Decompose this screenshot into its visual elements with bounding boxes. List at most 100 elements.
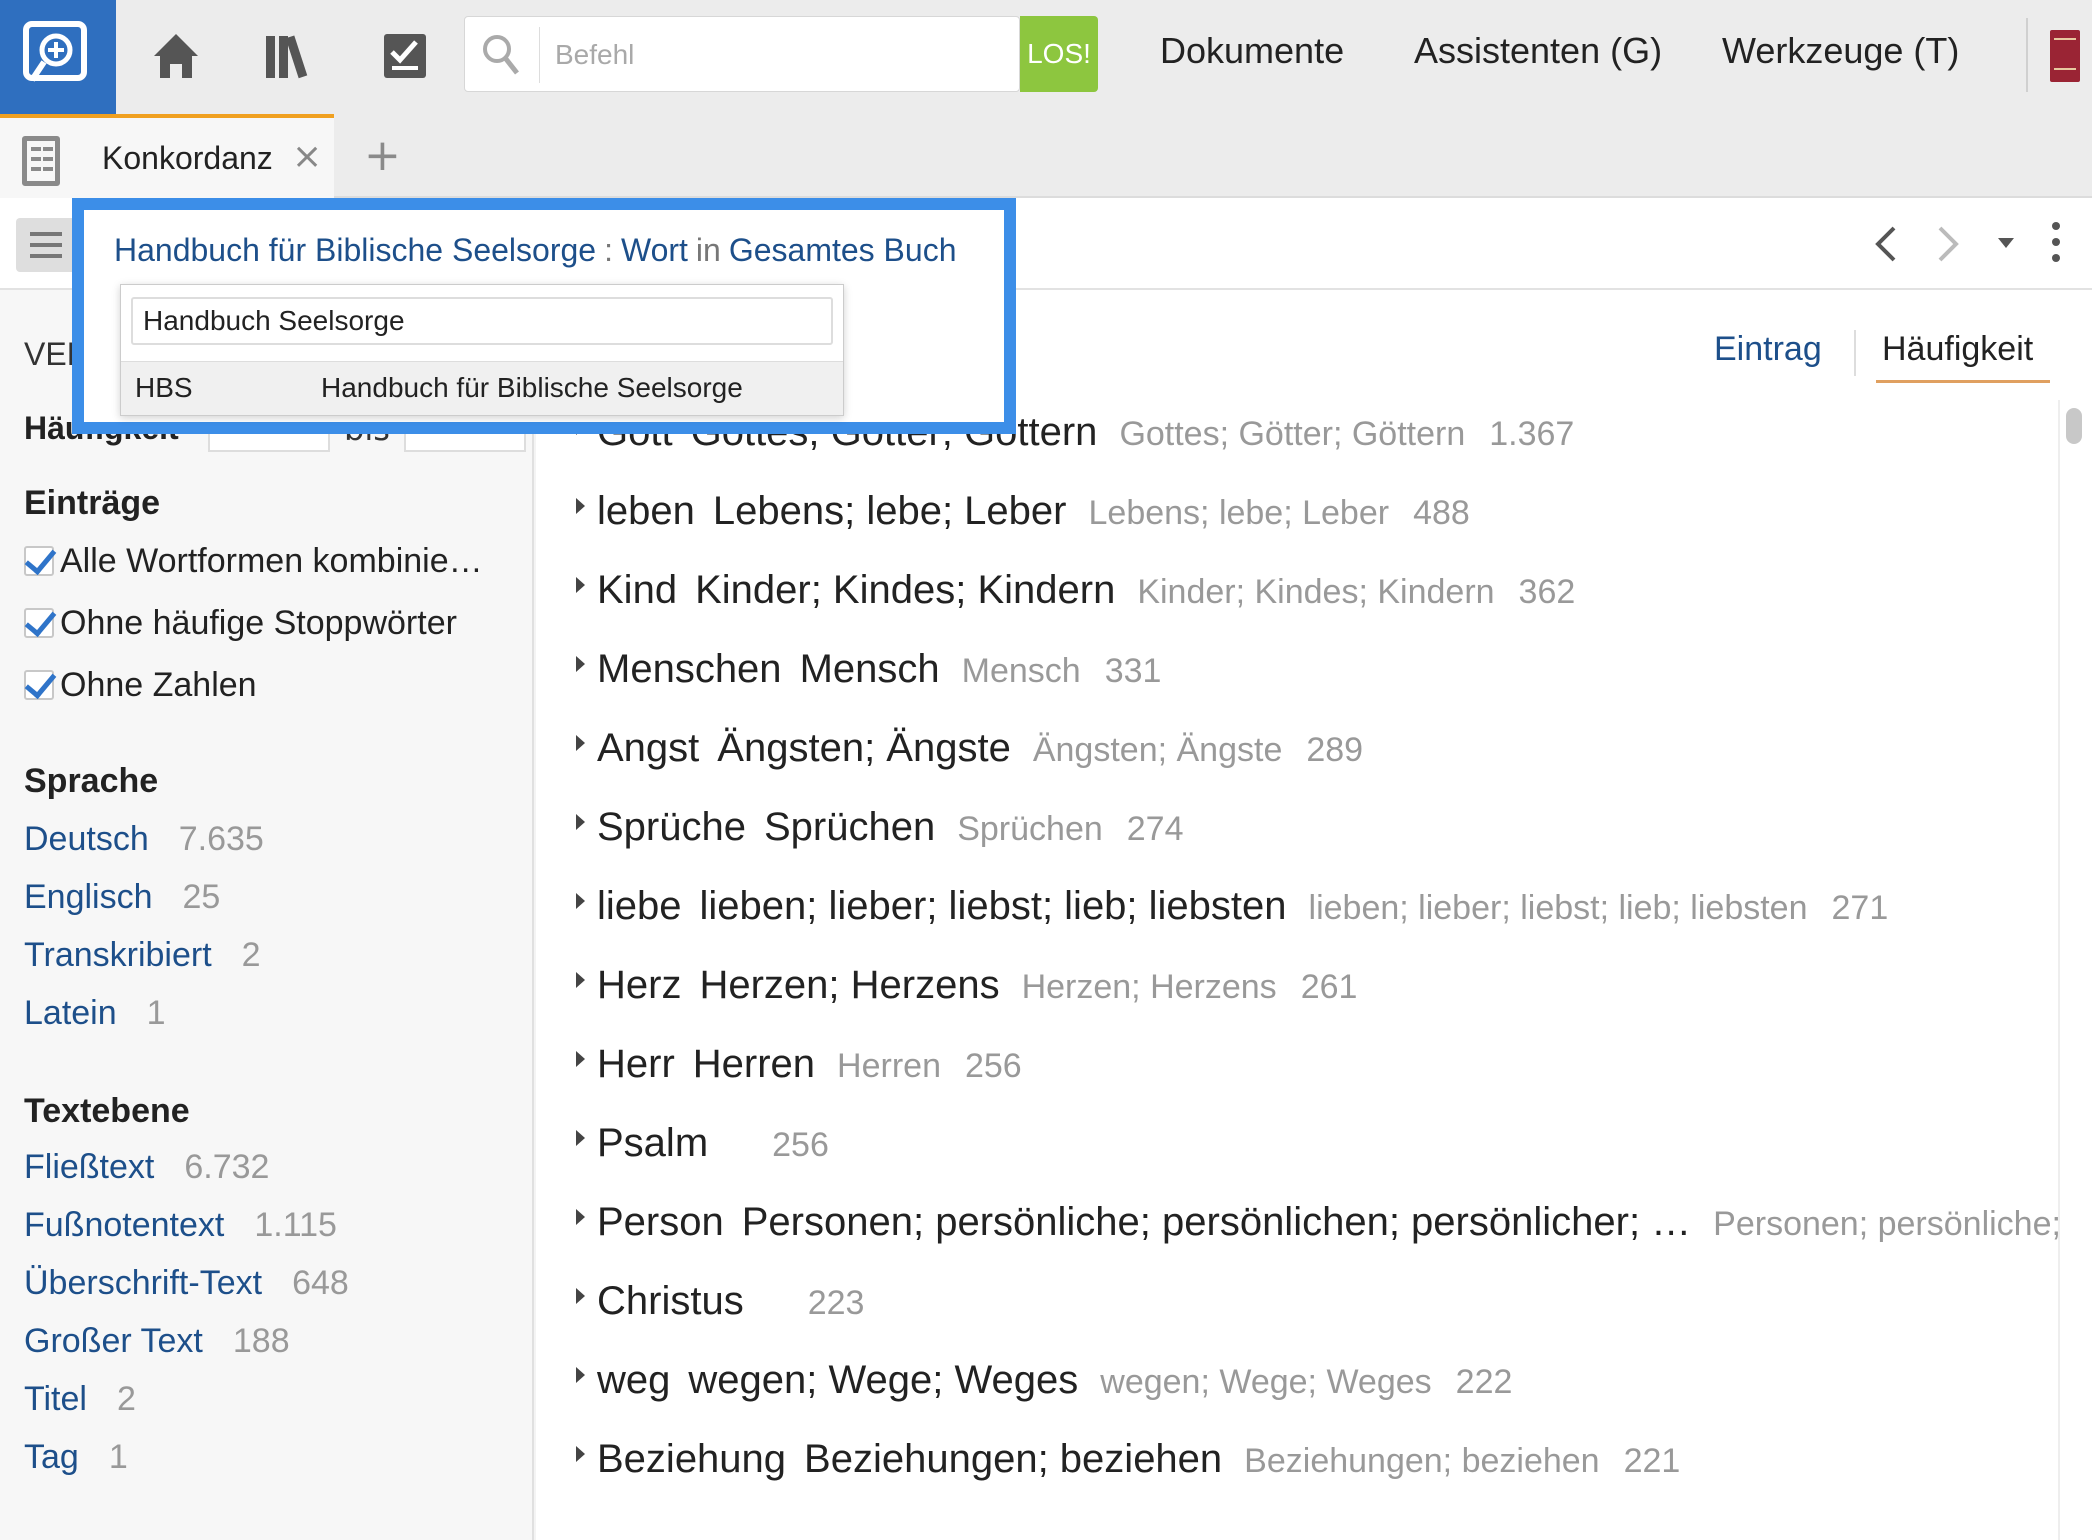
word-forms-grey: Mensch xyxy=(961,652,1081,690)
back-icon[interactable] xyxy=(1872,224,1900,264)
textlevel-title: Textebene xyxy=(24,1092,190,1130)
entries-title: Einträge xyxy=(24,484,161,522)
headword: Person xyxy=(597,1200,724,1244)
headword: weg xyxy=(597,1358,671,1402)
book-icon[interactable] xyxy=(2050,30,2080,82)
facet-textlevel[interactable]: Titel 2 xyxy=(24,1380,136,1419)
word-row[interactable]: Menschen Mensch Mensch 331 xyxy=(576,647,1161,692)
checkbox-icon[interactable] xyxy=(24,670,54,700)
occurrence-count: 261 xyxy=(1300,968,1358,1006)
logo-search-icon[interactable] xyxy=(0,0,116,114)
checkbox-combine-forms[interactable]: Alle Wortformen kombinie… xyxy=(24,542,483,581)
occurrence-count: 256 xyxy=(964,1047,1022,1085)
word-forms: Ängsten; Ängste xyxy=(717,726,1011,770)
word-row[interactable]: Herr Herren Herren 256 xyxy=(576,1042,1022,1087)
word-row[interactable]: Angst Ängsten; Ängste Ängsten; Ängste 289 xyxy=(576,726,1363,771)
word-forms: Herzen; Herzens xyxy=(699,963,1000,1007)
menu-tools[interactable]: Werkzeuge (T) xyxy=(1722,30,1959,72)
occurrence-count: 362 xyxy=(1518,573,1576,611)
facet-textlevel[interactable]: Großer Text 188 xyxy=(24,1322,290,1361)
word-row[interactable]: leben Lebens; lebe; Leber Lebens; lebe; Le… xyxy=(576,489,1470,534)
scrollbar-thumb[interactable] xyxy=(2066,408,2082,444)
word-row[interactable]: Herz Herzen; Herzens Herzen; Herzens 261 xyxy=(576,963,1357,1008)
resource-dropdown: HBS Handbuch für Biblische Seelsorge xyxy=(120,284,844,416)
menu-assistants[interactable]: Assistenten (G) xyxy=(1414,30,1662,72)
concordance-icon xyxy=(22,136,60,186)
word-forms-grey: Lebens; lebe; Leber xyxy=(1088,494,1390,532)
checkbox-icon[interactable] xyxy=(24,546,54,576)
add-tab-icon[interactable]: + xyxy=(364,130,401,181)
checklist-icon[interactable] xyxy=(378,28,434,84)
word-forms: Herren xyxy=(692,1042,816,1086)
expand-arrow-icon[interactable] xyxy=(576,1130,585,1146)
facet-language[interactable]: Transkribiert 2 xyxy=(24,936,261,975)
go-button[interactable]: LOS! xyxy=(1020,16,1098,92)
menu-documents[interactable]: Dokumente xyxy=(1160,30,1344,72)
expand-arrow-icon[interactable] xyxy=(576,1367,585,1383)
resource-search-input[interactable] xyxy=(131,297,833,345)
close-icon[interactable]: × xyxy=(292,136,322,177)
expand-arrow-icon[interactable] xyxy=(576,656,585,672)
word-row[interactable]: Kind Kinder; Kindes; Kindern Kinder; Kinde… xyxy=(576,568,1575,613)
resource-link[interactable]: Handbuch für Biblische Seelsorge xyxy=(114,232,596,268)
headword: Kind xyxy=(597,568,678,612)
result-title: Handbuch für Biblische Seelsorge xyxy=(321,372,743,403)
resource-picker-highlight: Handbuch für Biblische Seelsorge: Wort in G… xyxy=(72,198,1016,434)
expand-arrow-icon[interactable] xyxy=(576,893,585,909)
facet-language[interactable]: Latein 1 xyxy=(24,994,166,1033)
unit-link[interactable]: Wort xyxy=(621,232,688,268)
word-row[interactable]: Psalm 256 xyxy=(576,1121,829,1166)
expand-arrow-icon[interactable] xyxy=(576,577,585,593)
more-icon[interactable] xyxy=(2050,220,2062,264)
word-row[interactable]: Christus 223 xyxy=(576,1279,864,1324)
headword: Sprüche xyxy=(597,805,746,849)
sort-frequency-tab[interactable]: Häufigkeit xyxy=(1882,330,2033,369)
scrollbar-track[interactable] xyxy=(2058,400,2060,1540)
facet-language[interactable]: Englisch 25 xyxy=(24,878,220,917)
occurrence-count: 331 xyxy=(1104,652,1162,690)
expand-arrow-icon[interactable] xyxy=(576,1446,585,1462)
word-row[interactable]: Sprüche Sprüchen Sprüchen 274 xyxy=(576,805,1184,850)
home-icon[interactable] xyxy=(148,28,204,84)
word-row[interactable]: weg wegen; Wege; Weges wegen; Wege; Weges 2… xyxy=(576,1358,1512,1403)
headword: Menschen xyxy=(597,647,782,691)
word-forms: Sprüchen xyxy=(763,805,936,849)
word-row[interactable]: Beziehung Beziehungen; beziehen Beziehunge… xyxy=(576,1437,1680,1482)
word-forms: Personen; persönliche; persönlichen; per… xyxy=(741,1200,1692,1244)
expand-arrow-icon[interactable] xyxy=(576,735,585,751)
checkbox-stopwords[interactable]: Ohne häufige Stoppwörter xyxy=(24,604,457,643)
expand-arrow-icon[interactable] xyxy=(576,814,585,830)
occurrence-count: 223 xyxy=(807,1284,865,1322)
word-row[interactable]: Person Personen; persönliche; persönliche… xyxy=(576,1200,2085,1245)
expand-arrow-icon[interactable] xyxy=(576,1209,585,1225)
tab-concordance[interactable]: Konkordanz × xyxy=(0,114,334,198)
facet-language[interactable]: Deutsch 7.635 xyxy=(24,820,264,859)
expand-arrow-icon[interactable] xyxy=(576,972,585,988)
expand-arrow-icon[interactable] xyxy=(576,498,585,514)
panel-menu-button[interactable] xyxy=(16,218,76,272)
word-forms-grey: Sprüchen xyxy=(957,810,1103,848)
headword: liebe xyxy=(597,884,682,928)
facet-textlevel[interactable]: Fußnotentext 1.115 xyxy=(24,1206,337,1245)
headword: Herz xyxy=(597,963,682,1007)
divider xyxy=(1854,330,1856,376)
facet-textlevel[interactable]: Überschrift-Text 648 xyxy=(24,1264,349,1303)
expand-arrow-icon[interactable] xyxy=(576,1288,585,1304)
dropdown-result[interactable]: HBS Handbuch für Biblische Seelsorge xyxy=(121,361,843,415)
headword: Herr xyxy=(597,1042,675,1086)
word-forms-grey: Kinder; Kindes; Kindern xyxy=(1137,573,1495,611)
checkbox-icon[interactable] xyxy=(24,608,54,638)
occurrence-count: 488 xyxy=(1413,494,1470,532)
expand-arrow-icon[interactable] xyxy=(576,1051,585,1067)
chevron-down-icon[interactable] xyxy=(1996,236,2016,252)
top-bar: LOS! Dokumente Assistenten (G) Werkzeuge… xyxy=(0,0,2092,114)
forward-icon[interactable] xyxy=(1934,224,1962,264)
command-input[interactable] xyxy=(555,35,995,75)
sort-entry-tab[interactable]: Eintrag xyxy=(1714,330,1822,369)
scope-link[interactable]: Gesamtes Buch xyxy=(729,232,957,268)
library-icon[interactable] xyxy=(262,28,318,84)
facet-textlevel[interactable]: Tag 1 xyxy=(24,1438,128,1477)
facet-textlevel[interactable]: Fließtext 6.732 xyxy=(24,1148,269,1187)
word-row[interactable]: liebe lieben; lieber; liebst; lieb; liebs… xyxy=(576,884,1888,929)
checkbox-numbers[interactable]: Ohne Zahlen xyxy=(24,666,257,705)
